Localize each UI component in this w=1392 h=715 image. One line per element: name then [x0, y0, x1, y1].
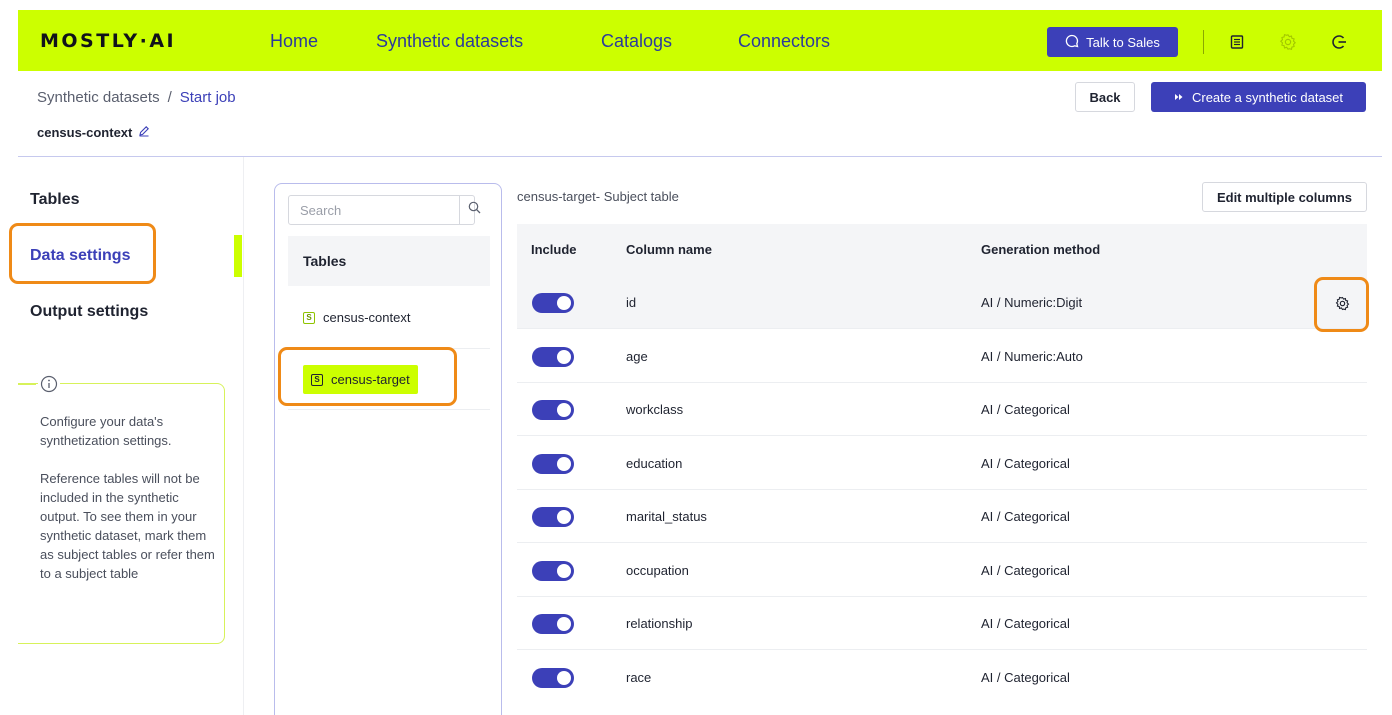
include-toggle[interactable] [532, 347, 574, 367]
create-synthetic-dataset-label: Create a synthetic dataset [1191, 89, 1344, 105]
table-row: relationship AI / Categorical [517, 597, 1367, 650]
table-row: education AI / Categorical [517, 437, 1367, 490]
column-name: marital_status [626, 509, 707, 524]
sidebar-active-indicator [234, 235, 242, 277]
nav-link-connectors[interactable]: Connectors [738, 31, 830, 52]
tables-header: Tables [288, 236, 490, 286]
header-include: Include [531, 242, 577, 257]
table-row: race AI / Categorical [517, 651, 1367, 704]
top-nav: MOSTLY·AI Home Synthetic datasets Catalo… [18, 10, 1382, 71]
breadcrumb-current: Start job [179, 89, 236, 106]
info-text: Configure your data's synthetization set… [40, 412, 220, 583]
header-column-name: Column name [626, 242, 712, 257]
sidebar-item-tables[interactable]: Tables [30, 191, 80, 209]
table-row: marital_status AI / Categorical [517, 490, 1367, 543]
include-toggle[interactable] [532, 668, 574, 688]
search-box [288, 195, 480, 225]
logo[interactable]: MOSTLY·AI [40, 30, 176, 52]
create-synthetic-dataset-button[interactable]: Create a synthetic dataset [1151, 82, 1366, 112]
breadcrumb-separator: / [167, 89, 172, 106]
generation-method: AI / Categorical [981, 616, 1070, 631]
table-row: id AI / Numeric:Digit [517, 276, 1367, 329]
highlight-census-target [278, 347, 457, 406]
sidebar-border [243, 157, 244, 715]
header-generation-method: Generation method [981, 242, 1101, 257]
include-toggle[interactable] [532, 561, 574, 581]
include-toggle[interactable] [532, 614, 574, 634]
sidebar-item-output-settings[interactable]: Output settings [30, 303, 148, 321]
table-row: occupation AI / Categorical [517, 544, 1367, 597]
search-input[interactable] [289, 196, 459, 224]
back-button[interactable]: Back [1075, 82, 1135, 112]
generation-method: AI / Numeric:Digit [981, 295, 1083, 310]
search-icon [468, 201, 481, 219]
nav-link-home[interactable]: Home [270, 31, 318, 52]
highlight-data-settings [9, 223, 156, 284]
subject-table-icon: S [303, 311, 315, 324]
column-name: workclass [626, 402, 684, 417]
table-divider [288, 409, 490, 410]
chat-icon [1065, 34, 1079, 51]
dataset-name: census-context [37, 125, 150, 140]
column-name: occupation [626, 563, 689, 578]
header-divider [18, 156, 1382, 157]
generation-method: AI / Categorical [981, 563, 1070, 578]
fast-forward-icon [1174, 90, 1184, 105]
include-toggle[interactable] [532, 293, 574, 313]
dataset-name-label: census-context [37, 125, 133, 140]
column-name: relationship [626, 616, 693, 631]
table-item-label: census-context [323, 310, 411, 325]
edit-icon[interactable] [138, 125, 150, 140]
nav-link-synthetic-datasets[interactable]: Synthetic datasets [376, 31, 523, 52]
info-box-line [18, 384, 36, 385]
breadcrumb-synthetic-datasets[interactable]: Synthetic datasets [37, 89, 160, 106]
generation-method: AI / Categorical [981, 456, 1070, 471]
edit-multiple-columns-button[interactable]: Edit multiple columns [1202, 182, 1367, 212]
column-name: education [626, 456, 683, 471]
generation-method: AI / Numeric:Auto [981, 349, 1083, 364]
breadcrumb: Synthetic datasets / Start job [37, 89, 236, 106]
generation-method: AI / Categorical [981, 402, 1070, 417]
column-name: race [626, 670, 652, 685]
gear-icon[interactable] [1277, 31, 1299, 53]
tables-panel: Tables S census-context S census-target [274, 183, 502, 715]
table-row: workclass AI / Categorical [517, 383, 1367, 436]
include-toggle[interactable] [532, 400, 574, 420]
table-item-census-context[interactable]: S census-context [303, 310, 410, 325]
info-icon [38, 373, 60, 395]
highlight-column-settings [1314, 277, 1369, 332]
talk-to-sales-label: Talk to Sales [1086, 34, 1160, 50]
subject-table-label: census-target- Subject table [517, 189, 679, 204]
info-box: Configure your data's synthetization set… [18, 373, 225, 644]
column-name: age [626, 349, 648, 364]
search-button[interactable] [459, 196, 488, 224]
include-toggle[interactable] [532, 454, 574, 474]
info-paragraph-2: Reference tables will not be included in… [40, 471, 215, 581]
table-row: age AI / Numeric:Auto [517, 330, 1367, 383]
nav-divider [1203, 30, 1204, 54]
info-paragraph-1: Configure your data's synthetization set… [40, 414, 172, 448]
column-name: id [626, 295, 637, 310]
generation-method: AI / Categorical [981, 509, 1070, 524]
logout-icon[interactable] [1328, 31, 1350, 53]
talk-to-sales-button[interactable]: Talk to Sales [1047, 27, 1178, 57]
generation-method: AI / Categorical [981, 670, 1070, 685]
include-toggle[interactable] [532, 507, 574, 527]
columns-table-header: Include Column name Generation method [517, 224, 1367, 276]
document-icon[interactable] [1226, 31, 1248, 53]
nav-link-catalogs[interactable]: Catalogs [601, 31, 672, 52]
